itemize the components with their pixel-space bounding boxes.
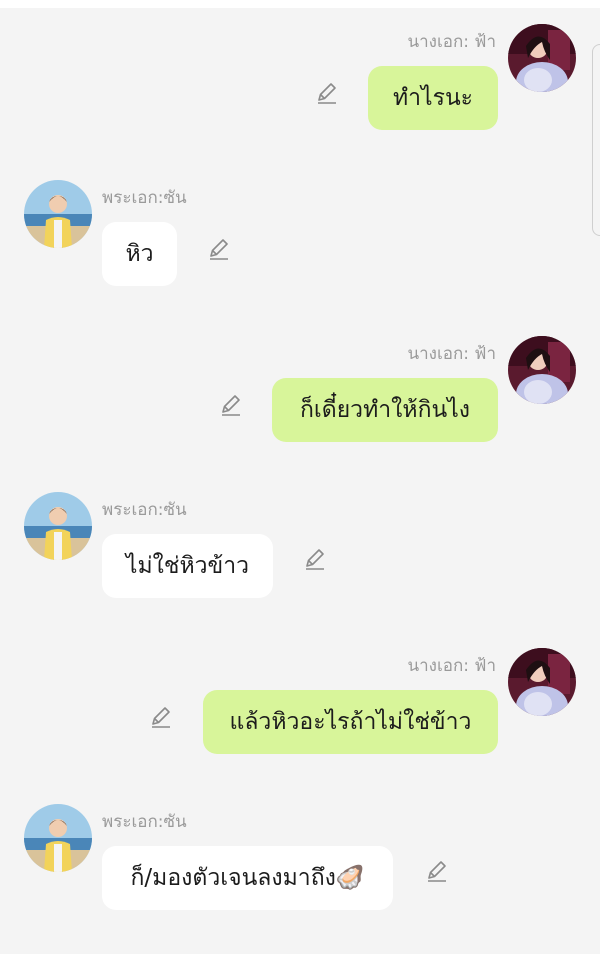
message-bubble[interactable]: ไม่ใช่หิวข้าว xyxy=(102,534,273,598)
pencil-edit-icon[interactable] xyxy=(218,392,244,418)
message-bubble[interactable]: หิว xyxy=(102,222,177,286)
sender-name: นางเอก: ฟ้า xyxy=(407,32,497,52)
pencil-edit-icon[interactable] xyxy=(206,236,232,262)
chat-message-right: นางเอก: ฟ้า ก็เดี๋ยวทำให้กินไง xyxy=(0,336,600,486)
chat-message-left: พระเอก:ซัน ก็/มองตัวเจนลงมาถึง🦪 xyxy=(0,804,600,954)
sender-name: พระเอก:ซัน xyxy=(102,812,187,832)
sender-name: พระเอก:ซัน xyxy=(102,188,187,208)
girl-avatar[interactable] xyxy=(508,24,576,92)
message-bubble[interactable]: ก็เดี๋ยวทำให้กินไง xyxy=(272,378,498,442)
girl-avatar[interactable] xyxy=(508,648,576,716)
pencil-edit-icon[interactable] xyxy=(424,858,450,884)
boy-avatar[interactable] xyxy=(24,180,92,248)
message-bubble[interactable]: แล้วหิวอะไรถ้าไม่ใช่ข้าว xyxy=(203,690,498,754)
chat-message-left: พระเอก:ซัน ไม่ใช่หิวข้าว xyxy=(0,492,600,642)
boy-avatar[interactable] xyxy=(24,492,92,560)
boy-avatar[interactable] xyxy=(24,804,92,872)
pencil-edit-icon[interactable] xyxy=(314,80,340,106)
top-edge xyxy=(0,0,600,8)
girl-avatar[interactable] xyxy=(508,336,576,404)
pencil-edit-icon[interactable] xyxy=(148,704,174,730)
chat-message-right: นางเอก: ฟ้า แล้วหิวอะไรถ้าไม่ใช่ข้าว xyxy=(0,648,600,798)
sender-name: นางเอก: ฟ้า xyxy=(407,344,497,364)
sender-name: พระเอก:ซัน xyxy=(102,500,187,520)
chat-message-right: นางเอก: ฟ้า ทำไรนะ xyxy=(0,24,600,174)
message-bubble[interactable]: ก็/มองตัวเจนลงมาถึง🦪 xyxy=(102,846,393,910)
message-bubble[interactable]: ทำไรนะ xyxy=(368,66,498,130)
chat-message-left: พระเอก:ซัน หิว xyxy=(0,180,600,330)
pencil-edit-icon[interactable] xyxy=(302,546,328,572)
sender-name: นางเอก: ฟ้า xyxy=(407,656,497,676)
